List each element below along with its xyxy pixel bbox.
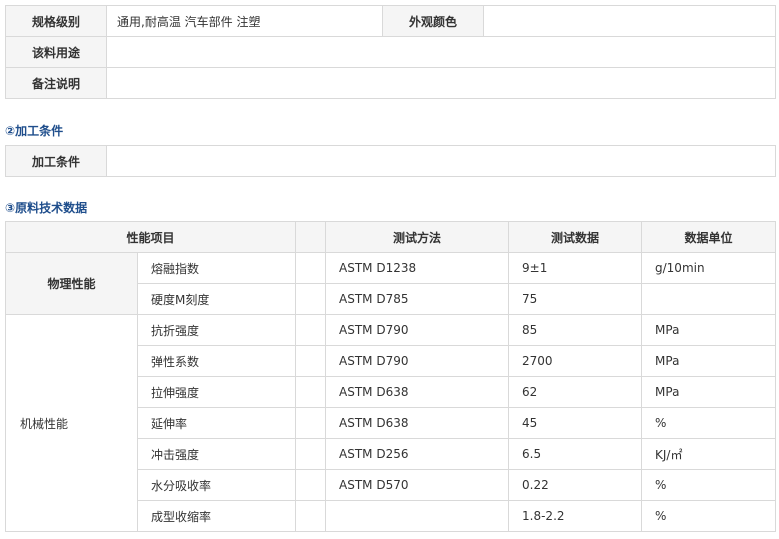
header-spacer: [295, 221, 327, 253]
processing-label: 加工条件: [5, 145, 107, 177]
property-name: 水分吸收率: [136, 469, 297, 501]
test-data: 85: [508, 314, 643, 346]
color-value: [483, 5, 776, 37]
data-unit: MPa: [641, 314, 777, 346]
test-data: 62: [508, 376, 643, 408]
test-data: 45: [508, 407, 643, 439]
data-unit: MPa: [641, 345, 777, 377]
spacer-cell: [295, 283, 327, 315]
test-method: ASTM D785: [325, 283, 510, 315]
property-name: 硬度M刻度: [136, 283, 297, 315]
data-unit: g/10min: [641, 252, 777, 284]
spec-row-usage: 该料用途: [5, 36, 776, 68]
property-name: 抗折强度: [136, 314, 297, 346]
spacer-cell: [295, 252, 327, 284]
header-unit: 数据单位: [641, 221, 777, 253]
table-row: 物理性能 熔融指数 ASTM D1238 9±1 g/10min: [5, 252, 777, 315]
test-method: ASTM D790: [325, 345, 510, 377]
test-method: ASTM D790: [325, 314, 510, 346]
usage-value: [106, 36, 776, 68]
data-unit: MPa: [641, 376, 777, 408]
header-data: 测试数据: [508, 221, 643, 253]
property-name: 延伸率: [136, 407, 297, 439]
data-unit: %: [641, 500, 777, 532]
header-method: 测试方法: [325, 221, 510, 253]
spacer-cell: [295, 407, 327, 439]
tech-heading: ③原料技术数据: [5, 201, 88, 215]
test-method: ASTM D638: [325, 376, 510, 408]
property-name: 弹性系数: [136, 345, 297, 377]
spacer-cell: [295, 345, 327, 377]
tech-data-table: 性能项目 测试方法 测试数据 数据单位 物理性能 熔融指数 ASTM D1238 9±…: [4, 221, 777, 532]
data-unit: %: [641, 469, 777, 501]
processing-value: [106, 145, 776, 177]
spec-row-remark: 备注说明: [5, 67, 776, 99]
test-method: ASTM D570: [325, 469, 510, 501]
spec-table: 规格级别 通用,耐高温 汽车部件 注塑 外观颜色 该料用途 备注说明: [5, 5, 776, 99]
header-item: 性能项目: [4, 221, 297, 253]
remark-label: 备注说明: [5, 67, 107, 99]
test-method: ASTM D1238: [325, 252, 510, 284]
test-data: 9±1: [508, 252, 643, 284]
tech-data-body: 物理性能 熔融指数 ASTM D1238 9±1 g/10min 硬度M刻度 ASTM D7…: [5, 252, 777, 532]
data-unit: [641, 283, 777, 315]
test-method: [325, 500, 510, 532]
property-name: 冲击强度: [136, 438, 297, 470]
property-name: 熔融指数: [136, 252, 297, 284]
table-row: 机械性能 抗折强度 ASTM D790 85 MPa: [5, 314, 777, 532]
processing-table: 加工条件: [5, 145, 776, 177]
spacer-cell: [295, 376, 327, 408]
processing-heading: ②加工条件: [5, 124, 64, 138]
color-label: 外观颜色: [382, 5, 484, 37]
processing-row: 加工条件: [5, 145, 776, 177]
spacer-cell: [295, 314, 327, 346]
test-method: ASTM D638: [325, 407, 510, 439]
usage-label: 该料用途: [5, 36, 107, 68]
test-data: 6.5: [508, 438, 643, 470]
property-name: 成型收缩率: [136, 500, 297, 532]
mechanical-group-label: 机械性能: [5, 314, 138, 532]
test-method: ASTM D256: [325, 438, 510, 470]
grade-label: 规格级别: [5, 5, 107, 37]
tech-header-row: 性能项目 测试方法 测试数据 数据单位: [4, 221, 777, 253]
remark-value: [106, 67, 776, 99]
spec-row-grade: 规格级别 通用,耐高温 汽车部件 注塑 外观颜色: [5, 5, 776, 37]
test-data: 2700: [508, 345, 643, 377]
spacer-cell: [295, 438, 327, 470]
data-unit: %: [641, 407, 777, 439]
spacer-cell: [295, 500, 327, 532]
test-data: 75: [508, 283, 643, 315]
spacer-cell: [295, 469, 327, 501]
grade-value: 通用,耐高温 汽车部件 注塑: [106, 5, 383, 37]
property-name: 拉伸强度: [136, 376, 297, 408]
page: 规格级别 通用,耐高温 汽车部件 注塑 外观颜色 该料用途 备注说明 ②加工条件…: [0, 0, 779, 539]
physical-group-label: 物理性能: [5, 252, 138, 315]
test-data: 1.8-2.2: [508, 500, 643, 532]
data-unit: KJ/㎡: [641, 438, 777, 470]
test-data: 0.22: [508, 469, 643, 501]
